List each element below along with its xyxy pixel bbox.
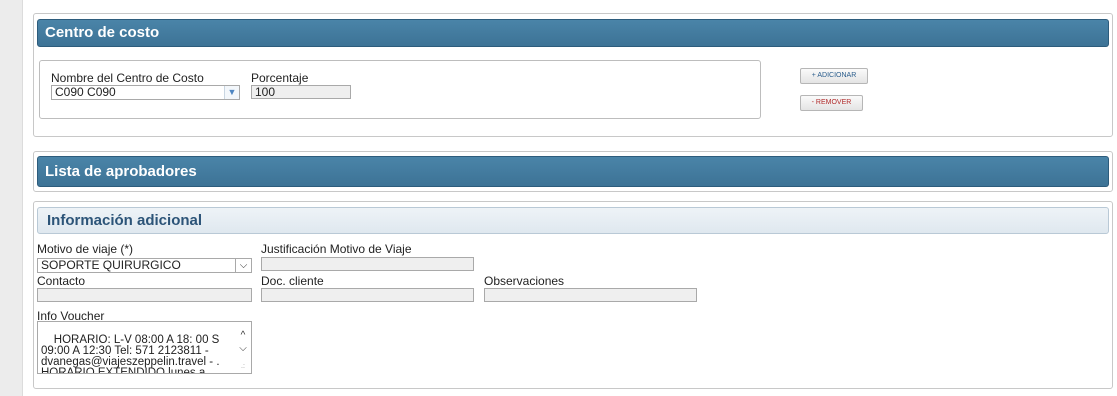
approvers-header[interactable]: Lista de aprobadores bbox=[37, 156, 1109, 187]
observations-label: Observaciones bbox=[484, 274, 565, 288]
percent-input[interactable]: 100 bbox=[251, 85, 351, 99]
justification-input[interactable] bbox=[261, 257, 474, 271]
voucher-scrollbar[interactable]: ^ ⌵ .: bbox=[236, 323, 250, 372]
contact-input[interactable] bbox=[37, 288, 252, 302]
approvers-panel: Lista de aprobadores bbox=[33, 151, 1113, 192]
remove-cost-center-button[interactable]: - REMOVER bbox=[800, 95, 863, 111]
justification-label: Justificación Motivo de Viaje bbox=[261, 242, 412, 256]
percent-label: Porcentaje bbox=[251, 71, 309, 85]
add-cost-center-button[interactable]: + ADICIONAR bbox=[800, 68, 868, 84]
cost-center-panel: Centro de costo Nombre del Centro de Cos… bbox=[33, 13, 1113, 137]
left-rail bbox=[0, 0, 23, 396]
additional-info-header: Información adicional bbox=[37, 207, 1109, 234]
scroll-up-icon[interactable]: ^ bbox=[236, 330, 250, 341]
additional-info-panel: Información adicional Motivo de viaje (*… bbox=[33, 201, 1113, 389]
voucher-textarea[interactable]: HORARIO: L-V 08:00 A 18: 00 S 09:00 A 12… bbox=[37, 321, 252, 374]
trip-reason-label: Motivo de viaje (*) bbox=[37, 242, 134, 256]
cost-center-name-label: Nombre del Centro de Costo bbox=[51, 71, 204, 85]
trip-reason-select-value: SOPORTE QUIRURGICO bbox=[41, 258, 181, 272]
cost-center-fieldset: Nombre del Centro de Costo C090 C090 ▼ P… bbox=[39, 60, 761, 119]
chevron-down-icon[interactable]: ▼ bbox=[224, 86, 239, 99]
cost-center-header: Centro de costo bbox=[37, 19, 1109, 47]
scroll-down-icon[interactable]: ⌵ bbox=[236, 343, 250, 354]
client-doc-label: Doc. cliente bbox=[261, 274, 324, 288]
chevron-down-icon[interactable]: ⌵ bbox=[235, 259, 251, 272]
cost-center-select[interactable]: C090 C090 ▼ bbox=[51, 85, 240, 100]
resize-grip-icon[interactable]: .: bbox=[236, 361, 250, 372]
contact-label: Contacto bbox=[37, 274, 86, 288]
cost-center-select-value: C090 C090 bbox=[55, 85, 116, 99]
client-doc-input[interactable] bbox=[261, 288, 474, 302]
voucher-text: HORARIO: L-V 08:00 A 18: 00 S 09:00 A 12… bbox=[41, 334, 220, 374]
observations-input[interactable] bbox=[484, 288, 697, 302]
trip-reason-select[interactable]: SOPORTE QUIRURGICO ⌵ bbox=[37, 258, 252, 273]
